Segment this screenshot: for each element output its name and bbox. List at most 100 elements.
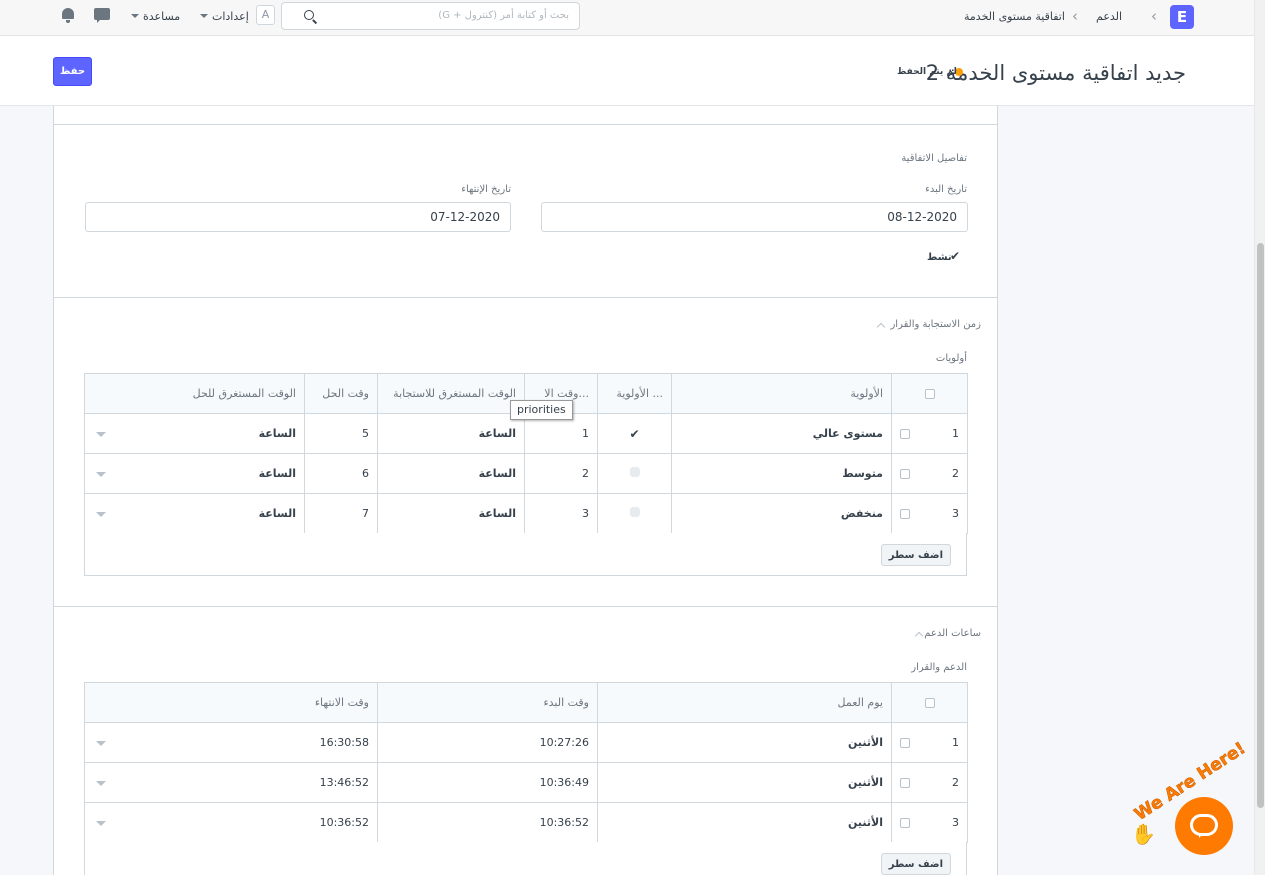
search-placeholder: بحث أو كتابة أمر (كنترول + G) [438,10,569,21]
search-icon [304,10,314,20]
workday-cell[interactable]: الأثنين [597,802,892,843]
chevron-down-icon [200,14,208,18]
row-dropdown-icon[interactable] [96,432,106,437]
resolution-unit-cell[interactable]: الساعة [84,453,305,494]
unsaved-status: لم يتم الحفظ [897,67,957,77]
response-unit-cell[interactable]: الساعة [377,413,525,454]
save-button[interactable]: حفظ [53,57,92,86]
start-time-cell[interactable]: 10:36:52 [377,802,598,843]
live-chat-button[interactable] [1175,797,1233,855]
row-index-cell: 2 [891,762,968,803]
breadcrumb-sla[interactable]: اتفاقية مستوى الخدمة [964,10,1065,23]
table-row[interactable]: الساعة 7 الساعة 3 منخفض 3 [84,493,968,534]
workday-cell[interactable]: الأثنين [597,722,892,763]
row-checkbox[interactable] [900,778,910,788]
row-index-cell: 3 [891,493,968,534]
waving-hand-icon: ✋ [1131,822,1156,846]
response-time-cell[interactable]: 3 [524,493,598,534]
default-priority-cell[interactable] [597,493,672,534]
priority-cell[interactable]: مستوى عالي [671,413,892,454]
support-table-label: الدعم والقرار [911,662,967,673]
table-header-row: وقت الانتهاء وقت البدء يوم العمل [84,682,968,723]
response-time-cell[interactable]: 2 [524,453,598,494]
navbar: E ‹ الدعم ‹ اتفاقية مستوى الخدمة بحث أو … [0,0,1254,36]
resolution-time-cell[interactable]: 5 [304,413,378,454]
default-priority-cell[interactable]: ✔ [597,413,672,454]
settings-menu[interactable]: إعدادات [212,10,249,23]
select-all-checkbox[interactable] [891,373,968,414]
row-index-cell: 2 [891,453,968,494]
unchecked-icon[interactable] [629,467,640,477]
resolution-time-cell[interactable]: 6 [304,453,378,494]
end-time-cell[interactable]: 16:30:58 [84,722,378,763]
start-time-cell[interactable]: 10:27:26 [377,722,598,763]
row-index-cell: 1 [891,413,968,454]
resolution-unit-cell[interactable]: الساعة [84,413,305,454]
start-time-cell[interactable]: 10:36:49 [377,762,598,803]
checkbox-icon[interactable] [924,698,935,708]
response-unit-cell[interactable]: الساعة [377,453,525,494]
row-dropdown-icon[interactable] [96,821,106,826]
row-dropdown-icon[interactable] [96,741,106,746]
row-dropdown-icon[interactable] [96,512,106,517]
priorities-grid: الوقت المستغرق للحل وقت الحل الوقت المست… [84,373,968,534]
col-default-priority: الأولوية ... [597,373,672,414]
app-logo[interactable]: E [1170,5,1194,29]
section-title-support-hours[interactable]: ساعات الدعم [924,628,981,639]
page-scrollbar[interactable] [1254,0,1265,875]
checkbox-icon[interactable] [924,389,935,399]
row-dropdown-icon[interactable] [96,472,106,477]
end-date-label: تاريخ الإنتهاء [461,184,511,195]
select-all-checkbox[interactable] [891,682,968,723]
bell-icon[interactable] [62,8,74,23]
row-index-cell: 3 [891,802,968,843]
default-priority-cell[interactable] [597,453,672,494]
priority-cell[interactable]: متوسط [671,453,892,494]
row-index: 3 [952,816,959,829]
chevron-down-icon [131,14,139,18]
help-menu[interactable]: مساعدة [143,10,180,23]
chat-icon[interactable] [94,8,110,23]
end-time-cell[interactable]: 13:46:52 [84,762,378,803]
unchecked-icon[interactable] [629,507,640,517]
row-checkbox[interactable] [900,509,910,519]
section-title-response[interactable]: زمن الاستجابة والقرار [890,319,981,330]
table-row[interactable]: الساعة 6 الساعة 2 متوسط 2 [84,453,968,494]
table-row[interactable]: 16:30:58 10:27:26 الأثنين 1 [84,722,968,763]
breadcrumb-support[interactable]: الدعم [1096,10,1122,23]
end-time-cell[interactable]: 10:36:52 [84,802,378,843]
start-date-field[interactable]: 08-12-2020 [541,202,968,232]
avatar[interactable]: A [256,5,275,25]
col-end-time: وقت الانتهاء [84,682,378,723]
section-title-details: تفاصيل الاتفاقية [901,153,967,164]
chevron-right-icon: ‹ [1151,7,1157,25]
add-row-button[interactable]: اضف سطر [880,544,951,566]
col-priority: الأولوية [671,373,892,414]
col-response-unit: الوقت المستغرق للاستجابة [377,373,525,414]
add-row-button[interactable]: اضف سطر [880,853,951,875]
row-checkbox[interactable] [900,818,910,828]
row-dropdown-icon[interactable] [96,781,106,786]
table-row[interactable]: 13:46:52 10:36:49 الأثنين 2 [84,762,968,803]
workday-cell[interactable]: الأثنين [597,762,892,803]
end-date-field[interactable]: 07-12-2020 [85,202,511,232]
scrollbar-thumb[interactable] [1257,243,1264,808]
section-divider [54,297,997,298]
collapse-icon[interactable] [914,631,924,641]
check-icon[interactable]: ✔ [629,427,639,441]
col-resolution-time: وقت الحل [304,373,378,414]
priority-cell[interactable]: منخفض [671,493,892,534]
resolution-unit-value: الساعة [258,427,296,440]
resolution-unit-cell[interactable]: الساعة [84,493,305,534]
row-checkbox[interactable] [900,469,910,479]
table-row[interactable]: 10:36:52 10:36:52 الأثنين 3 [84,802,968,843]
col-start-time: وقت البدء [377,682,598,723]
row-checkbox[interactable] [900,429,910,439]
collapse-icon[interactable] [876,322,886,332]
search-input[interactable]: بحث أو كتابة أمر (كنترول + G) [281,2,580,30]
row-checkbox[interactable] [900,738,910,748]
col-workday: يوم العمل [597,682,892,723]
row-index: 2 [952,467,959,480]
response-unit-cell[interactable]: الساعة [377,493,525,534]
resolution-time-cell[interactable]: 7 [304,493,378,534]
